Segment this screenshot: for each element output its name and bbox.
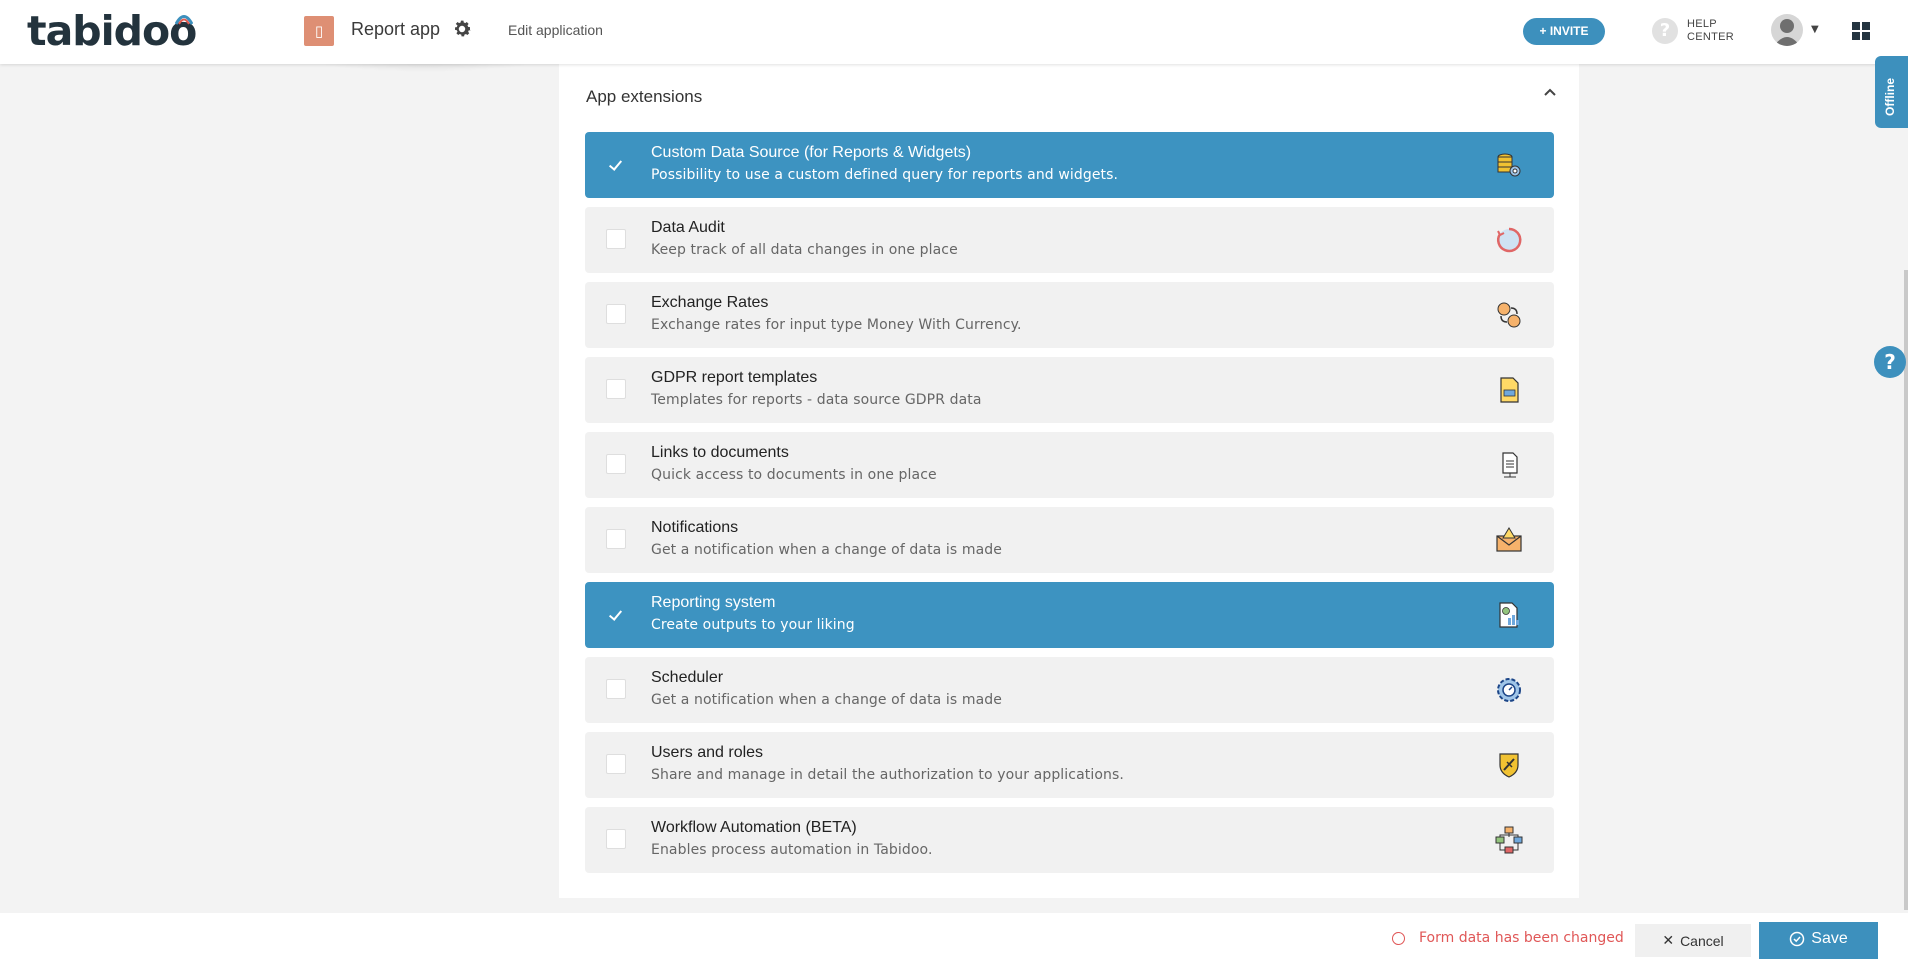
apps-grid-icon[interactable] <box>1852 22 1870 40</box>
extension-list: Custom Data Source (for Reports & Widget… <box>585 132 1554 882</box>
extension-description: Exchange rates for input type Money With… <box>651 317 1022 333</box>
user-silhouette-icon <box>1774 19 1800 46</box>
tabidoo-logo[interactable]: tabidoo <box>27 6 197 56</box>
extension-description: Get a notification when a change of data… <box>651 692 1002 708</box>
close-icon: ✕ <box>1662 932 1675 948</box>
extension-description: Quick access to documents in one place <box>651 467 937 483</box>
extension-links-to-documents[interactable]: Links to documents Quick access to docum… <box>585 432 1554 498</box>
offline-tab[interactable]: Offline <box>1875 56 1908 128</box>
logo-drop-icon <box>175 15 193 25</box>
form-footer: Form data has been changed ✕ Cancel Save <box>0 913 1908 967</box>
edit-application-link[interactable]: Edit application <box>508 22 603 38</box>
extension-checkbox[interactable] <box>606 604 626 624</box>
extension-description: Enables process automation in Tabidoo. <box>651 842 933 858</box>
extension-gdpr-templates[interactable]: GDPR report templates Templates for repo… <box>585 357 1554 423</box>
save-button[interactable]: Save <box>1759 922 1878 959</box>
database-gear-icon <box>1497 153 1521 177</box>
extension-scheduler[interactable]: Scheduler Get a notification when a chan… <box>585 657 1554 723</box>
extension-checkbox[interactable] <box>606 754 626 774</box>
cancel-label: Cancel <box>1680 932 1724 949</box>
extension-users-and-roles[interactable]: Users and roles Share and manage in deta… <box>585 732 1554 798</box>
extension-checkbox[interactable] <box>606 454 626 474</box>
cancel-button[interactable]: ✕ Cancel <box>1635 924 1751 957</box>
check-circle-icon <box>1790 931 1805 946</box>
help-line1: HELP <box>1687 18 1717 30</box>
report-chart-icon <box>1499 602 1519 628</box>
extension-checkbox[interactable] <box>606 304 626 324</box>
logo-text: tabidoo <box>27 7 197 55</box>
help-glyph: ? <box>1659 20 1671 41</box>
form-changed-message: Form data has been changed <box>1419 930 1624 946</box>
app-icon-glyph: ▯ <box>314 22 324 40</box>
extension-checkbox[interactable] <box>606 679 626 699</box>
chevron-up-icon[interactable] <box>1542 84 1558 100</box>
warning-circle-icon <box>1392 932 1405 945</box>
shield-key-icon <box>1499 753 1519 778</box>
help-line2: CENTER <box>1687 31 1735 43</box>
extension-checkbox[interactable] <box>606 229 626 249</box>
chevron-down-icon[interactable]: ▼ <box>1811 24 1819 35</box>
extension-title: Scheduler <box>651 669 724 686</box>
extension-description: Create outputs to your liking <box>651 617 855 633</box>
settings-gear-icon[interactable] <box>451 18 473 40</box>
extension-title: Workflow Automation (BETA) <box>651 819 857 836</box>
extension-description: Possibility to use a custom defined quer… <box>651 167 1119 183</box>
extension-checkbox[interactable] <box>606 154 626 174</box>
extension-title: GDPR report templates <box>651 369 818 386</box>
user-avatar[interactable] <box>1771 14 1803 46</box>
extension-title: Reporting system <box>651 594 776 611</box>
extension-reporting-system[interactable]: Reporting system Create outputs to your … <box>585 582 1554 648</box>
invite-button[interactable]: + INVITE <box>1523 18 1605 45</box>
workflow-diagram-icon <box>1495 826 1523 854</box>
offline-label: Offline <box>1883 78 1897 116</box>
extension-title: Notifications <box>651 519 739 536</box>
extension-title: Custom Data Source (for Reports & Widget… <box>651 144 972 161</box>
extension-notifications[interactable]: Notifications Get a notification when a … <box>585 507 1554 573</box>
document-link-icon <box>1502 452 1518 478</box>
extension-checkbox[interactable] <box>606 829 626 849</box>
float-help-glyph: ? <box>1884 350 1896 374</box>
gdpr-document-icon <box>1500 377 1519 403</box>
currency-exchange-icon <box>1497 302 1521 328</box>
panel-title: App extensions <box>586 87 703 106</box>
extension-title: Data Audit <box>651 219 725 236</box>
extension-description: Keep track of all data changes in one pl… <box>651 242 958 258</box>
save-label: Save <box>1811 929 1848 947</box>
envelope-alert-icon <box>1496 527 1522 552</box>
extension-description: Get a notification when a change of data… <box>651 542 1002 558</box>
extension-workflow-automation[interactable]: Workflow Automation (BETA) Enables proce… <box>585 807 1554 873</box>
scheduler-gear-icon <box>1497 678 1521 702</box>
extension-checkbox[interactable] <box>606 379 626 399</box>
extension-custom-data-source[interactable]: Custom Data Source (for Reports & Widget… <box>585 132 1554 198</box>
extension-title: Links to documents <box>651 444 789 461</box>
extension-description: Share and manage in detail the authoriza… <box>651 767 1124 783</box>
extension-title: Users and roles <box>651 744 764 761</box>
extension-title: Exchange Rates <box>651 294 769 311</box>
help-center-icon[interactable]: ? <box>1652 18 1678 44</box>
audit-history-icon <box>1497 227 1522 253</box>
extension-checkbox[interactable] <box>606 529 626 549</box>
help-center-link[interactable]: HELP CENTER <box>1687 18 1734 44</box>
extension-description: Templates for reports - data source GDPR… <box>651 392 982 408</box>
extension-exchange-rates[interactable]: Exchange Rates Exchange rates for input … <box>585 282 1554 348</box>
top-bar: tabidoo ▯ Report app Edit application + … <box>0 0 1908 64</box>
app-icon: ▯ <box>304 16 334 46</box>
extension-data-audit[interactable]: Data Audit Keep track of all data change… <box>585 207 1554 273</box>
floating-help-button[interactable]: ? <box>1874 346 1906 378</box>
app-extensions-panel: App extensions Custom Data Source (for R… <box>559 64 1579 898</box>
app-name[interactable]: Report app <box>351 19 440 40</box>
